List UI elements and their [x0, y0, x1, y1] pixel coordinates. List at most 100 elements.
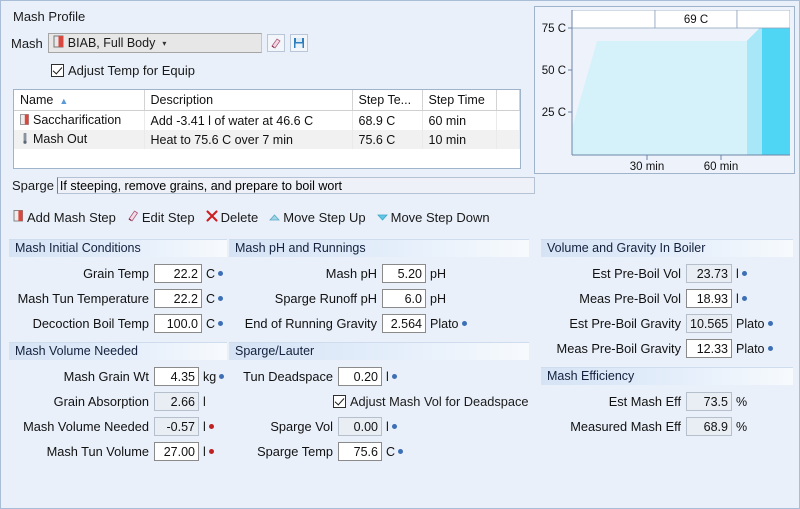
page-title: Mash Profile: [13, 9, 85, 24]
mash-tun-volume-input[interactable]: [154, 442, 199, 461]
meas-pre-boil-vol-input[interactable]: [686, 289, 732, 308]
field-meas-pre-boil-vol: Meas Pre-Boil Vol l: [541, 286, 793, 311]
decoction-boil-temp-input[interactable]: [154, 314, 202, 333]
column-header-step-temp[interactable]: Step Te...: [352, 90, 422, 111]
sparge-temp-input[interactable]: [338, 442, 382, 461]
chart-ytick-50: 50 C: [542, 65, 566, 77]
delete-label: Delete: [221, 210, 259, 225]
adjust-mash-vol-label: Adjust Mash Vol for Deadspace: [350, 394, 529, 409]
warning-dot: [209, 424, 214, 429]
est-pre-boil-vol-input: [686, 264, 732, 283]
edit-step-button[interactable]: Edit Step: [127, 209, 195, 225]
field-end-of-running-gravity: End of Running Gravity Plato: [229, 311, 529, 336]
chart-plot-area: 69 C 75 C 50 C 25 C 30 min 60 min: [539, 10, 790, 170]
thermometer-icon: [20, 133, 31, 147]
section-header-boiler: Volume and Gravity In Boiler: [541, 239, 793, 257]
table-header-row: Name▲ Description Step Te... Step Time: [14, 90, 520, 111]
table-row[interactable]: Saccharification Add -3.41 l of water at…: [14, 111, 520, 131]
field-grain-absorption: Grain Absorption l: [9, 389, 227, 414]
chart-edge-ramp: [747, 26, 762, 155]
edit-mash-icon[interactable]: [267, 34, 285, 52]
section-header-mash-initial: Mash Initial Conditions: [9, 239, 227, 257]
mash-tun-temperature-input[interactable]: [154, 289, 202, 308]
field-est-pre-boil-vol: Est Pre-Boil Vol l: [541, 261, 793, 286]
mash-details-columns: Mash Initial Conditions Grain Temp C Mas…: [1, 239, 800, 509]
sort-ascending-icon: ▲: [59, 96, 68, 106]
add-mash-step-button[interactable]: Add Mash Step: [13, 209, 116, 225]
add-mash-step-label: Add Mash Step: [27, 210, 116, 225]
chart-xtick-30min: 30 min: [630, 161, 665, 170]
field-unit: C: [202, 292, 223, 306]
column-header-name[interactable]: Name▲: [14, 90, 144, 111]
field-decoction-boil-temp: Decoction Boil Temp C: [9, 311, 227, 336]
field-meas-pre-boil-gravity: Meas Pre-Boil Gravity Plato: [541, 336, 793, 361]
table-row[interactable]: Mash Out Heat to 75.6 C over 7 min 75.6 …: [14, 130, 520, 149]
move-step-up-label: Move Step Up: [283, 210, 365, 225]
delete-button[interactable]: Delete: [206, 210, 259, 225]
cell-name: Mash Out: [14, 130, 144, 149]
status-dot: [218, 271, 223, 276]
cell-step-temp: 68.9 C: [352, 111, 422, 131]
mash-grain-wt-input[interactable]: [154, 367, 199, 386]
field-mash-ph: Mash pH pH: [229, 261, 529, 286]
mash-steps-table[interactable]: Name▲ Description Step Te... Step Time S…: [13, 89, 521, 169]
move-step-up-button[interactable]: Move Step Up: [269, 210, 365, 225]
meas-pre-boil-gravity-input[interactable]: [686, 339, 732, 358]
move-step-down-button[interactable]: Move Step Down: [377, 210, 490, 225]
sparge-runoff-ph-input[interactable]: [382, 289, 426, 308]
sparge-input[interactable]: [57, 177, 535, 194]
cell-description: Add -3.41 l of water at 46.6 C: [144, 111, 352, 131]
field-sparge-vol: Sparge Vol l: [229, 414, 529, 439]
field-unit: kg: [199, 370, 224, 384]
chart-svg: 69 C 75 C 50 C 25 C 30 min 60 min: [539, 10, 790, 170]
cell-spacer: [496, 130, 520, 149]
field-label: Tun Deadspace: [229, 369, 338, 384]
chart-area-saccharification: [572, 41, 747, 155]
field-unit: l: [199, 420, 214, 434]
section-header-mash-ph: Mash pH and Runnings: [229, 239, 529, 257]
mash-profile-dropdown[interactable]: BIAB, Full Body ▾: [48, 33, 262, 53]
field-label: Measured Mash Eff: [541, 419, 686, 434]
column-header-step-time[interactable]: Step Time: [422, 90, 496, 111]
status-dot: [398, 449, 403, 454]
chart-xtick-60min: 60 min: [704, 161, 739, 170]
field-unit: l: [199, 395, 206, 409]
adjust-mash-vol-checkbox-row[interactable]: Adjust Mash Vol for Deadspace: [229, 389, 529, 414]
chart-ytick-75: 75 C: [542, 23, 566, 35]
field-grain-temp: Grain Temp C: [9, 261, 227, 286]
end-of-running-gravity-input[interactable]: [382, 314, 426, 333]
mash-volume-needed-input: [154, 417, 199, 436]
field-unit: Plato: [426, 317, 467, 331]
grain-temp-input[interactable]: [154, 264, 202, 283]
status-dot: [742, 296, 747, 301]
cell-step-time: 60 min: [422, 111, 496, 131]
status-dot: [218, 296, 223, 301]
section-header-mash-volume: Mash Volume Needed: [9, 342, 227, 360]
adjust-mash-vol-checkbox[interactable]: [333, 395, 346, 408]
field-mash-volume-needed: Mash Volume Needed l: [9, 414, 227, 439]
status-dot: [218, 321, 223, 326]
adjust-temp-checkbox-row[interactable]: Adjust Temp for Equip: [51, 63, 195, 78]
field-unit: l: [382, 420, 397, 434]
mash-step-toolbar: Add Mash Step Edit Step Delete Move Step…: [13, 209, 501, 225]
save-mash-icon[interactable]: [290, 34, 308, 52]
status-dot: [742, 271, 747, 276]
field-label: Mash Tun Temperature: [9, 291, 154, 306]
tun-deadspace-input[interactable]: [338, 367, 382, 386]
add-mash-step-icon: [13, 209, 24, 225]
column-header-description[interactable]: Description: [144, 90, 352, 111]
field-label: Grain Absorption: [9, 394, 154, 409]
field-sparge-runoff-ph: Sparge Runoff pH pH: [229, 286, 529, 311]
field-unit: l: [732, 267, 747, 281]
edit-step-label: Edit Step: [142, 210, 195, 225]
move-up-icon: [269, 210, 280, 225]
field-unit: %: [732, 420, 747, 434]
field-unit: C: [202, 317, 223, 331]
adjust-temp-checkbox[interactable]: [51, 64, 64, 77]
field-label: Mash Tun Volume: [9, 444, 154, 459]
mash-ph-input[interactable]: [382, 264, 426, 283]
cell-name: Saccharification: [14, 111, 144, 131]
field-label: Grain Temp: [9, 266, 154, 281]
mash-selection-row: Mash BIAB, Full Body ▾: [11, 33, 308, 53]
field-label: Est Mash Eff: [541, 394, 686, 409]
